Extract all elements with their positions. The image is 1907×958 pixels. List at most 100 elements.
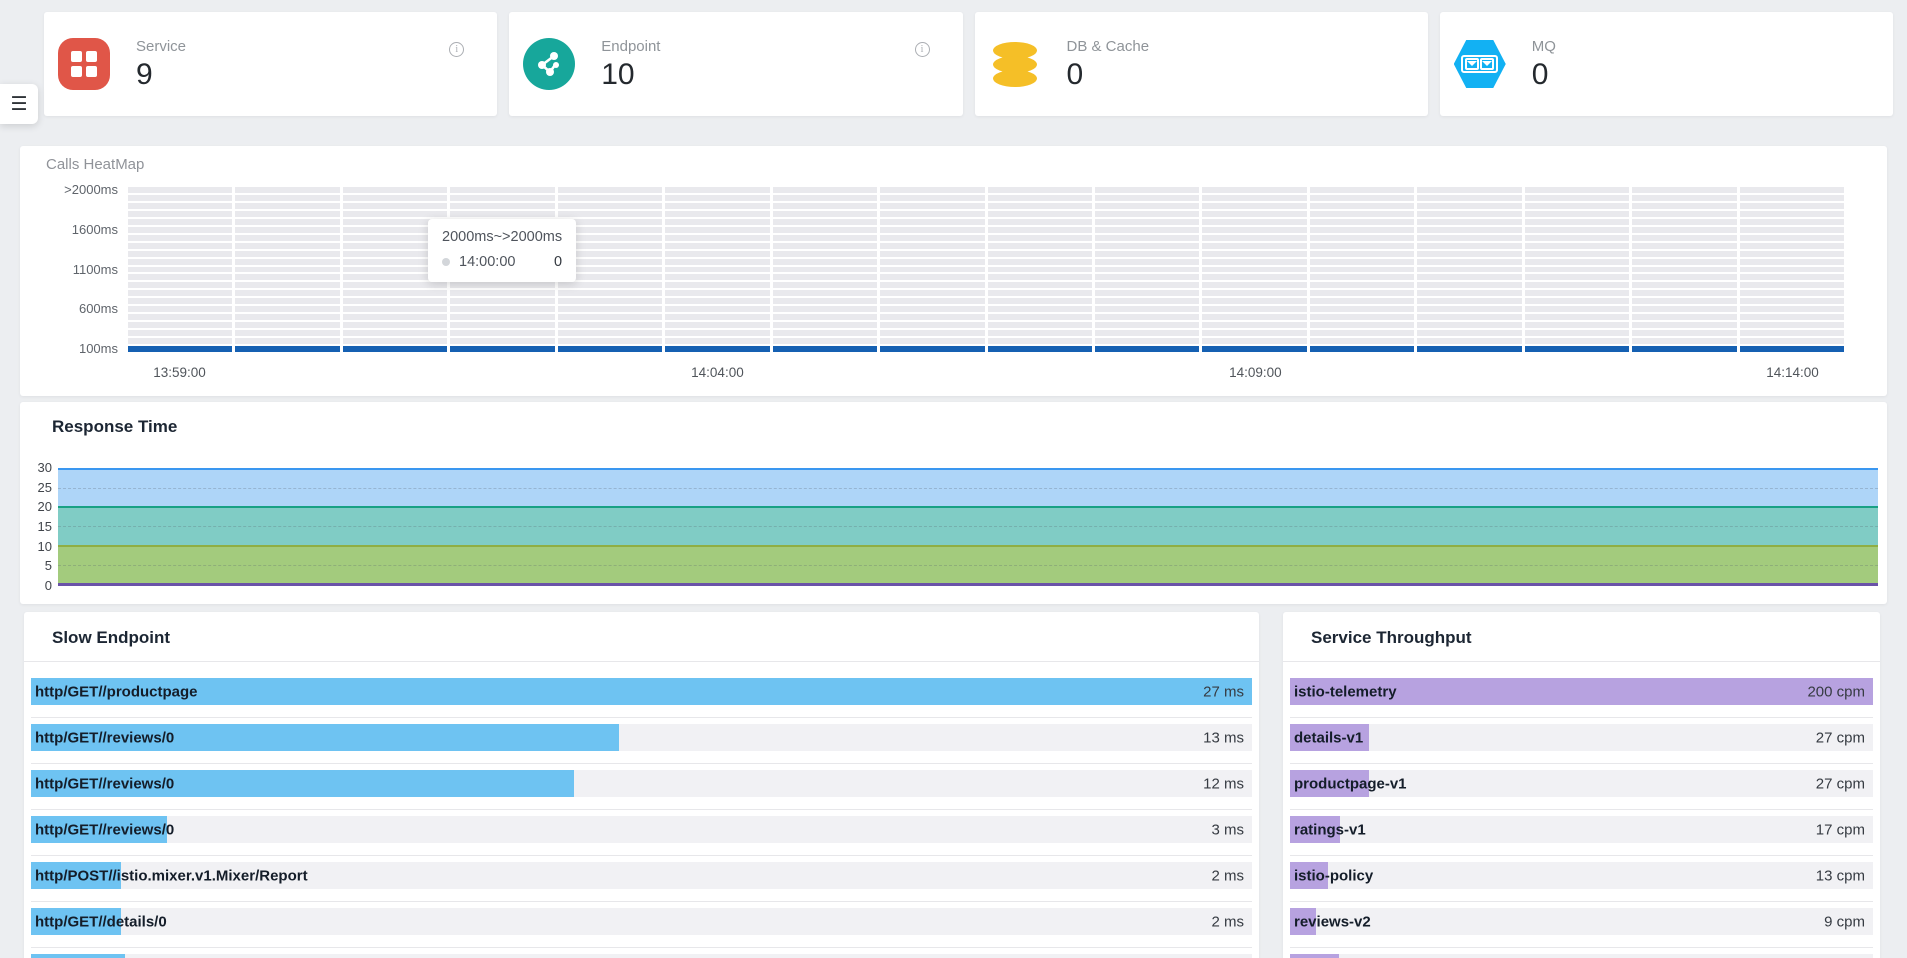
- heatmap-cell[interactable]: [665, 306, 769, 312]
- heatmap-cell[interactable]: [558, 346, 662, 352]
- heatmap-cell[interactable]: [343, 282, 447, 288]
- heatmap-cell[interactable]: [128, 314, 232, 320]
- heatmap-cell[interactable]: [235, 243, 339, 249]
- heatmap-cell[interactable]: [1095, 282, 1199, 288]
- heatmap-cell[interactable]: [1632, 227, 1736, 233]
- heatmap-cell[interactable]: [1095, 235, 1199, 241]
- heatmap-cell[interactable]: [1202, 298, 1306, 304]
- heatmap-cell[interactable]: [1417, 219, 1521, 225]
- heatmap-cell[interactable]: [343, 298, 447, 304]
- heatmap-cell[interactable]: [1202, 219, 1306, 225]
- heatmap-cell[interactable]: [773, 219, 877, 225]
- heatmap-cell[interactable]: [1202, 346, 1306, 352]
- heatmap-cell[interactable]: [773, 227, 877, 233]
- heatmap-cell[interactable]: [1417, 314, 1521, 320]
- heatmap-cell[interactable]: [1740, 187, 1844, 193]
- heatmap-cell[interactable]: [1417, 306, 1521, 312]
- heatmap-cell[interactable]: [1310, 267, 1414, 273]
- heatmap-cell[interactable]: [1095, 203, 1199, 209]
- heatmap-cell[interactable]: [1632, 211, 1736, 217]
- slow-endpoint-bar[interactable]: http/GET//reviews/013 ms: [31, 724, 1252, 751]
- heatmap-cell[interactable]: [558, 330, 662, 336]
- heatmap-cell[interactable]: [665, 267, 769, 273]
- heatmap-cell[interactable]: [450, 338, 554, 344]
- heatmap-cell[interactable]: [1525, 203, 1629, 209]
- heatmap-cell[interactable]: [1525, 251, 1629, 257]
- heatmap-cell[interactable]: [343, 187, 447, 193]
- heatmap-cell[interactable]: [1632, 195, 1736, 201]
- heatmap-cell[interactable]: [450, 203, 554, 209]
- heatmap-cell[interactable]: [450, 282, 554, 288]
- heatmap-cell[interactable]: [1417, 203, 1521, 209]
- heatmap-cell[interactable]: [450, 195, 554, 201]
- heatmap-cell[interactable]: [343, 306, 447, 312]
- heatmap-cell[interactable]: [988, 346, 1092, 352]
- heatmap-cell[interactable]: [665, 282, 769, 288]
- heatmap-cell[interactable]: [880, 251, 984, 257]
- heatmap-cell[interactable]: [880, 298, 984, 304]
- heatmap-cell[interactable]: [128, 251, 232, 257]
- heatmap-cell[interactable]: [880, 219, 984, 225]
- heatmap-cell[interactable]: [235, 227, 339, 233]
- heatmap-cell[interactable]: [665, 211, 769, 217]
- heatmap-cell[interactable]: [128, 282, 232, 288]
- heatmap-cell[interactable]: [1740, 235, 1844, 241]
- service-throughput-bar[interactable]: istio-policy13 cpm: [1290, 862, 1873, 889]
- heatmap-cell[interactable]: [665, 187, 769, 193]
- heatmap-cell[interactable]: [1417, 243, 1521, 249]
- heatmap-cell[interactable]: [665, 322, 769, 328]
- heatmap-cell[interactable]: [1632, 274, 1736, 280]
- heatmap-cell[interactable]: [1202, 259, 1306, 265]
- heatmap-cell[interactable]: [1740, 211, 1844, 217]
- heatmap-cell[interactable]: [1525, 282, 1629, 288]
- heatmap-cell[interactable]: [450, 211, 554, 217]
- heatmap-cell[interactable]: [1202, 211, 1306, 217]
- heatmap-cell[interactable]: [1310, 346, 1414, 352]
- heatmap-cell[interactable]: [1632, 259, 1736, 265]
- heatmap-cell[interactable]: [880, 306, 984, 312]
- heatmap-cell[interactable]: [558, 187, 662, 193]
- heatmap-cell[interactable]: [128, 187, 232, 193]
- heatmap-cell[interactable]: [1632, 314, 1736, 320]
- heatmap-cell[interactable]: [1202, 251, 1306, 257]
- heatmap-cell[interactable]: [1740, 346, 1844, 352]
- heatmap-cell[interactable]: [773, 298, 877, 304]
- heatmap-cell[interactable]: [988, 235, 1092, 241]
- heatmap-cell[interactable]: [880, 211, 984, 217]
- heatmap-cell[interactable]: [665, 259, 769, 265]
- heatmap-cell[interactable]: [343, 330, 447, 336]
- heatmap-cell[interactable]: [988, 282, 1092, 288]
- heatmap-cell[interactable]: [128, 322, 232, 328]
- heatmap-cell[interactable]: [1310, 211, 1414, 217]
- heatmap-cell[interactable]: [665, 243, 769, 249]
- heatmap-cell[interactable]: [128, 346, 232, 352]
- heatmap-cell[interactable]: [1740, 251, 1844, 257]
- heatmap-cell[interactable]: [988, 195, 1092, 201]
- heatmap-cell[interactable]: [235, 290, 339, 296]
- heatmap-cell[interactable]: [1202, 338, 1306, 344]
- slow-endpoint-bar[interactable]: http/GET//reviews/012 ms: [31, 770, 1252, 797]
- heatmap-cell[interactable]: [558, 306, 662, 312]
- heatmap-cell[interactable]: [1740, 298, 1844, 304]
- heatmap-cell[interactable]: [1632, 290, 1736, 296]
- heatmap-cell[interactable]: [558, 322, 662, 328]
- heatmap-cell[interactable]: [988, 211, 1092, 217]
- sidebar-menu-button[interactable]: ☰: [0, 84, 38, 124]
- service-throughput-bar[interactable]: ratings-v117 cpm: [1290, 816, 1873, 843]
- heatmap-cell[interactable]: [558, 298, 662, 304]
- heatmap-cell[interactable]: [880, 282, 984, 288]
- heatmap-cell[interactable]: [880, 346, 984, 352]
- heatmap-cell[interactable]: [1095, 227, 1199, 233]
- heatmap-cell[interactable]: [880, 187, 984, 193]
- heatmap-cell[interactable]: [1417, 330, 1521, 336]
- heatmap-cell[interactable]: [235, 346, 339, 352]
- heatmap-cell[interactable]: [343, 203, 447, 209]
- heatmap-cell[interactable]: [1310, 322, 1414, 328]
- heatmap-cell[interactable]: [235, 338, 339, 344]
- heatmap-cell[interactable]: [1740, 274, 1844, 280]
- heatmap-cell[interactable]: [988, 203, 1092, 209]
- heatmap-cell[interactable]: [1632, 235, 1736, 241]
- heatmap-cell[interactable]: [1525, 195, 1629, 201]
- heatmap-cell[interactable]: [773, 314, 877, 320]
- heatmap-cell[interactable]: [988, 314, 1092, 320]
